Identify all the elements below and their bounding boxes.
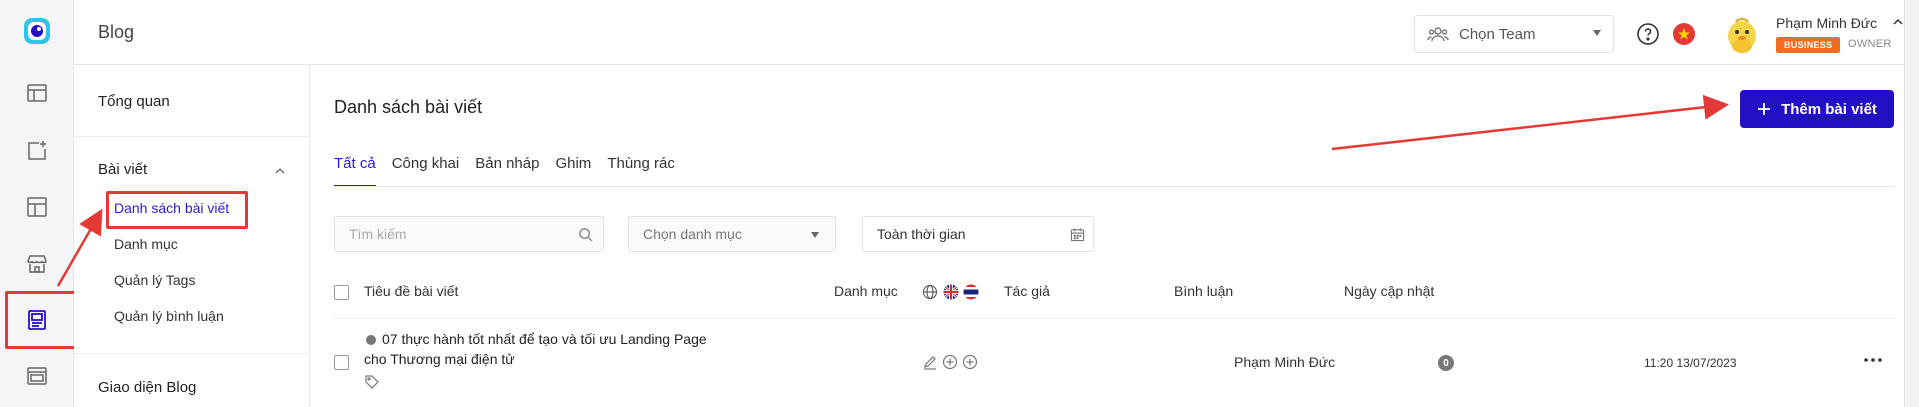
user-name[interactable]: Phạm Minh Đức (1776, 15, 1877, 31)
row-checkbox[interactable] (334, 355, 349, 370)
user-role: OWNER (1848, 38, 1892, 50)
page-scrollbar[interactable] (1904, 0, 1919, 407)
select-all-checkbox[interactable] (334, 285, 349, 300)
layout-icon[interactable] (17, 187, 57, 227)
tab-public[interactable]: Công khai (392, 155, 460, 187)
tag-icon[interactable] (364, 374, 380, 390)
tab-trash[interactable]: Thùng rác (607, 155, 675, 187)
team-select[interactable]: Chọn Team (1414, 15, 1614, 53)
add-post-button[interactable]: Thêm bài viết (1740, 90, 1894, 128)
comment-count-badge: 0 (1438, 355, 1454, 371)
search-placeholder: Tìm kiếm (349, 226, 407, 242)
globe-icon (922, 284, 938, 300)
column-header-category: Danh mục (834, 283, 898, 299)
more-options-icon[interactable] (1862, 352, 1884, 368)
add-page-icon[interactable] (17, 131, 57, 171)
chevron-down-icon (1593, 30, 1601, 36)
help-icon[interactable] (1636, 22, 1660, 46)
calendar-icon (1070, 228, 1085, 242)
annotation-highlight-box (106, 191, 248, 229)
sidebar-item-tags[interactable]: Quản lý Tags (114, 272, 195, 288)
post-tabs: Tất cả Công khai Bản nháp Ghim Thùng rác (334, 155, 675, 187)
plan-badge: BUSINESS (1776, 37, 1841, 53)
app-logo-icon[interactable] (22, 16, 52, 46)
sidebar-item-comments[interactable]: Quản lý bình luận (114, 308, 224, 324)
app-title: Blog (98, 22, 135, 42)
divider (334, 318, 1894, 319)
uk-flag-icon (943, 284, 959, 300)
vietnam-flag-icon[interactable] (1672, 22, 1696, 46)
avatar[interactable] (1722, 12, 1762, 56)
add-post-label: Thêm bài viết (1781, 100, 1877, 118)
annotation-highlight-box (5, 291, 77, 349)
team-icon (1427, 27, 1449, 42)
team-select-placeholder: Chọn Team (1459, 25, 1536, 43)
status-dot (366, 335, 376, 345)
add-translation-icon[interactable] (962, 354, 978, 370)
column-header-comments: Bình luận (1174, 283, 1234, 299)
post-author: Phạm Minh Đức (1234, 354, 1336, 370)
sidebar-item-categories[interactable]: Danh mục (114, 236, 178, 252)
chevron-up-icon[interactable] (1892, 16, 1904, 28)
time-range-value: Toàn thời gian (877, 226, 966, 242)
sidebar-group-posts[interactable]: Bài viết (98, 161, 147, 178)
search-input[interactable]: Tìm kiếm (334, 216, 604, 252)
tab-pinned[interactable]: Ghim (555, 155, 591, 187)
divider (74, 353, 310, 354)
time-range-select[interactable]: Toàn thời gian (862, 216, 1094, 252)
sidebar-item-overview[interactable]: Tổng quan (98, 93, 170, 110)
divider (74, 136, 310, 137)
store-icon[interactable] (17, 244, 57, 284)
plus-icon (1758, 103, 1771, 115)
chevron-up-icon[interactable] (274, 165, 286, 177)
edit-icon[interactable] (922, 354, 938, 370)
dashboard-icon[interactable] (17, 73, 57, 113)
tab-draft[interactable]: Bản nháp (475, 155, 539, 187)
post-title-continued[interactable]: cho Thương mại điện tử (364, 351, 515, 367)
main-content: Danh sách bài viết Thêm bài viết Tất cả … (310, 65, 1919, 407)
chevron-down-icon (811, 232, 819, 238)
column-header-title: Tiêu đề bài viết (364, 283, 459, 299)
add-translation-icon[interactable] (942, 354, 958, 370)
top-header: Blog Chọn Team Phạm Minh Đức BUSINESS OW… (74, 0, 1919, 65)
tab-all[interactable]: Tất cả (334, 155, 376, 187)
column-header-updated: Ngày cập nhật (1344, 283, 1435, 299)
search-icon (579, 228, 593, 242)
category-select[interactable]: Chọn danh mục (628, 216, 836, 252)
icon-rail (0, 0, 77, 407)
post-title[interactable]: 07 thực hành tốt nhất để tạo và tối ưu L… (382, 331, 707, 347)
page-title: Danh sách bài viết (334, 97, 483, 117)
browser-icon[interactable] (17, 356, 57, 396)
divider (334, 186, 1894, 187)
thailand-flag-icon (963, 284, 979, 300)
column-header-author: Tác giả (1004, 283, 1050, 299)
blog-sidebar: Tổng quan Bài viết Danh sách bài viết Da… (74, 65, 310, 407)
sidebar-item-blog-ui[interactable]: Giao diện Blog (98, 379, 196, 396)
category-placeholder: Chọn danh mục (643, 226, 742, 242)
post-updated-date: 11:20 13/07/2023 (1644, 356, 1737, 370)
